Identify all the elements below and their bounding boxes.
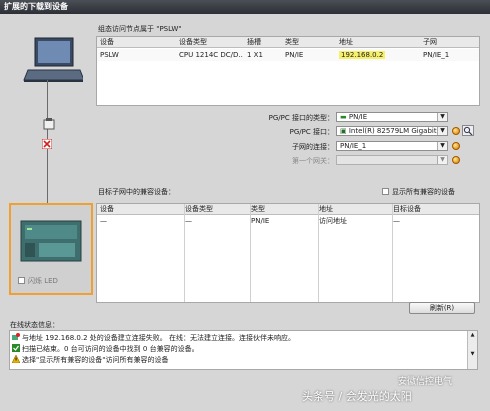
col-type: 类型	[251, 205, 265, 213]
column-divider	[392, 204, 393, 302]
first-gateway-label: 第一个网关：	[292, 157, 334, 165]
show-all-checkbox[interactable]	[382, 188, 389, 195]
flash-led-checkbox[interactable]	[18, 277, 25, 284]
col-subnet: 子网	[423, 38, 437, 46]
subnet-connection-value: PN/IE_1	[340, 142, 367, 150]
search-icon	[463, 126, 473, 136]
list-item: 扫描已结束。0 台可访问的设备中找到 0 台兼容的设备。	[10, 343, 465, 354]
connection-failed-icon	[12, 333, 20, 340]
download-dialog: 扩展的下载到设备 组态访问节点属于 "PSLW" 设备 设备类型 插槽 类型 地…	[0, 0, 490, 411]
chevron-down-icon: ▼	[437, 127, 447, 135]
plc-device-icon	[19, 219, 83, 263]
row-device: PSLW	[100, 51, 119, 59]
col-address: 地址	[339, 38, 353, 46]
status-message-3: 选择"显示所有兼容的设备"访问所有兼容的设备	[22, 356, 169, 364]
list-item: 与地址 192.168.0.2 处的设备建立连接失败。 在线：无法建立连接。连接…	[10, 332, 465, 343]
col-device-type: 设备类型	[185, 205, 213, 213]
row-device-type: —	[185, 217, 192, 225]
chevron-down-icon: ▼	[437, 142, 447, 150]
first-gateway-select[interactable]: ▼	[336, 155, 448, 165]
scroll-down-icon: ▼	[470, 351, 475, 357]
address-highlight: 192.168.0.2	[339, 51, 386, 59]
subnet-connection-label: 子网的连接：	[292, 143, 334, 151]
pgpc-type-value: PN/IE	[348, 113, 368, 121]
col-type: 类型	[285, 38, 299, 46]
pgpc-interface-label: PG/PC 接口：	[289, 128, 334, 136]
laptop-icon	[8, 36, 85, 91]
row-type: PN/IE	[285, 51, 304, 59]
column-divider	[250, 204, 251, 302]
success-check-icon	[12, 344, 20, 352]
refresh-button[interactable]: 刷新(R)	[409, 302, 475, 314]
table-row[interactable]: PSLW CPU 1214C DC/D... 1 X1 PN/IE 192.16…	[97, 49, 479, 61]
dialog-title: 扩展的下载到设备	[0, 0, 490, 14]
search-button[interactable]	[462, 125, 474, 136]
interface-properties-button[interactable]	[452, 127, 460, 135]
col-device: 设备	[100, 38, 114, 46]
dialog-body: 组态访问节点属于 "PSLW" 设备 设备类型 插槽 类型 地址 子网 PSLW…	[0, 14, 490, 411]
warning-icon	[12, 355, 20, 363]
status-scrollbar[interactable]: ▲ ▼	[467, 331, 477, 369]
target-device-panel: 闪烁 LED	[9, 203, 93, 295]
compatible-devices-table: 设备 设备类型 类型 地址 目标设备 — — PN/IE 访问地址 —	[96, 203, 480, 303]
row-type: PN/IE	[251, 217, 270, 225]
configured-node-header: 设备 设备类型 插槽 类型 地址 子网	[97, 37, 479, 48]
col-device: 设备	[100, 205, 114, 213]
column-divider	[184, 204, 185, 302]
col-slot: 插槽	[247, 38, 261, 46]
chevron-down-icon: ▼	[437, 156, 447, 164]
col-device-type: 设备类型	[179, 38, 207, 46]
status-message-1: 与地址 192.168.0.2 处的设备建立连接失败。 在线：无法建立连接。连接…	[22, 334, 295, 342]
row-target-device: —	[393, 217, 400, 225]
column-divider	[318, 204, 319, 302]
show-all-label: 显示所有兼容的设备	[392, 188, 455, 196]
pgpc-interface-value: Intel(R) 82579LM Gigabit...	[348, 127, 444, 135]
status-message-list: 与地址 192.168.0.2 处的设备建立连接失败。 在线：无法建立连接。连接…	[9, 330, 478, 370]
pgpc-interface-select[interactable]: ▣ Intel(R) 82579LM Gigabit... ▼	[336, 126, 448, 136]
row-slot: 1 X1	[247, 51, 263, 59]
col-address: 地址	[319, 205, 333, 213]
network-card-icon: ▣	[340, 127, 347, 135]
pgpc-type-select[interactable]: ▬ PN/IE ▼	[336, 112, 448, 122]
gateway-properties-button[interactable]	[452, 156, 460, 164]
compatible-devices-header: 设备 设备类型 类型 地址 目标设备	[97, 204, 479, 215]
list-item: 选择"显示所有兼容的设备"访问所有兼容的设备	[10, 354, 465, 365]
watermark: 头条号 / 会发光的太阳	[302, 390, 412, 403]
scroll-up-icon: ▲	[470, 332, 475, 338]
status-message-2: 扫描已结束。0 台可访问的设备中找到 0 台兼容的设备。	[22, 345, 199, 353]
configured-node-caption: 组态访问节点属于 "PSLW"	[98, 25, 182, 33]
row-device-type: CPU 1214C DC/D...	[179, 51, 243, 59]
configured-node-table: 设备 设备类型 插槽 类型 地址 子网 PSLW CPU 1214C DC/D.…	[96, 36, 480, 106]
flash-led-label: 闪烁 LED	[28, 277, 58, 285]
subnet-connection-select[interactable]: PN/IE_1 ▼	[336, 141, 448, 151]
status-caption: 在线状态信息：	[10, 321, 59, 329]
pgpc-type-label: PG/PC 接口的类型：	[268, 114, 334, 122]
row-device: —	[100, 217, 107, 225]
connection-error-icon	[41, 138, 53, 150]
row-address: 访问地址	[319, 217, 347, 225]
row-address: 192.168.0.2	[339, 50, 421, 60]
chevron-down-icon: ▼	[437, 113, 447, 121]
subnet-properties-button[interactable]	[452, 142, 460, 150]
table-row[interactable]: — — PN/IE 访问地址 —	[97, 216, 479, 227]
watermark-brand: 安徽信控电气	[398, 377, 453, 387]
row-subnet: PN/IE_1	[423, 51, 450, 59]
compatible-devices-caption: 目标子网中的兼容设备：	[98, 188, 175, 196]
pnie-icon: ▬	[340, 113, 347, 121]
col-target-device: 目标设备	[393, 205, 421, 213]
network-port-icon	[42, 118, 56, 132]
